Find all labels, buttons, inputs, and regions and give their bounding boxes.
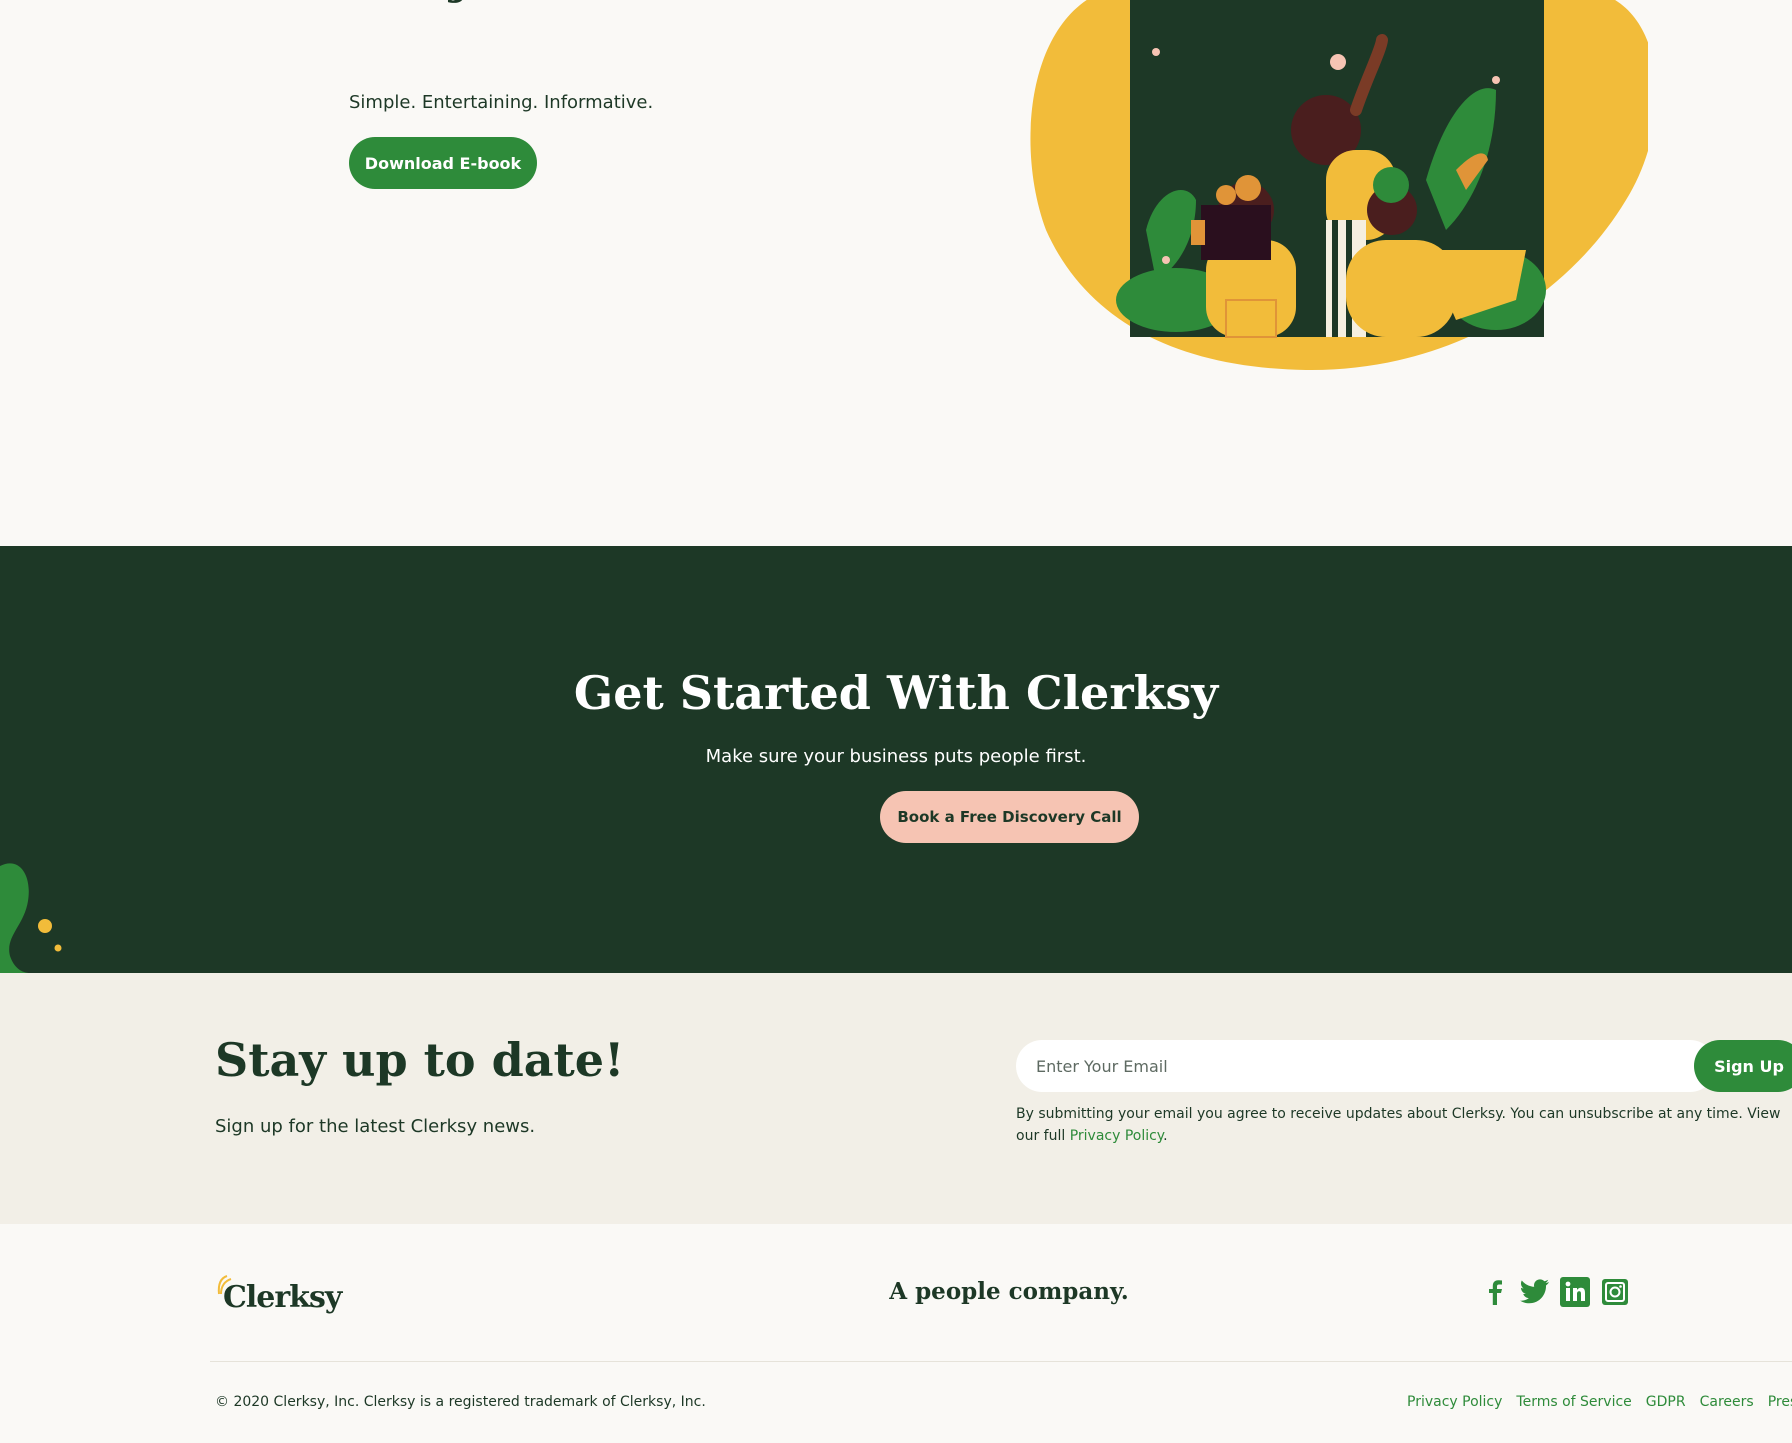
newsletter-title: Stay up to date!: [215, 1033, 625, 1087]
book-discovery-call-button[interactable]: Book a Free Discovery Call: [880, 791, 1139, 843]
decorative-blob: [0, 863, 62, 973]
facebook-icon[interactable]: [1480, 1277, 1510, 1307]
hero-subtitle: Simple. Entertaining. Informative.: [349, 92, 654, 113]
hero-title: Not just another HR resource.: [348, 0, 1080, 10]
site-footer: Clerksy A people company. © 2020 Clerksy…: [0, 1224, 1792, 1443]
footer-link-press-kit[interactable]: Press Kit: [1768, 1394, 1792, 1410]
newsletter-section: Stay up to date! Sign up for the latest …: [0, 973, 1792, 1224]
footer-links: Privacy Policy Terms of Service GDPR Car…: [1407, 1394, 1792, 1410]
sign-up-button[interactable]: Sign Up: [1694, 1040, 1792, 1092]
hero-illustration: [1030, 0, 1648, 371]
hero-section: Not just another HR resource. Simple. En…: [0, 0, 1792, 546]
email-signup-form: Sign Up: [1016, 1040, 1792, 1092]
copyright-text: © 2020 Clerksy, Inc. Clerksy is a regist…: [215, 1394, 706, 1410]
newsletter-disclaimer: By submitting your email you agree to re…: [1016, 1103, 1786, 1147]
cta-title: Get Started With Clerksy: [573, 666, 1219, 720]
footer-divider: [210, 1361, 1792, 1362]
footer-link-careers[interactable]: Careers: [1700, 1394, 1754, 1410]
footer-link-gdpr[interactable]: GDPR: [1646, 1394, 1686, 1410]
email-input[interactable]: [1016, 1040, 1716, 1092]
get-started-section: Get Started With Clerksy Make sure your …: [0, 546, 1792, 973]
download-ebook-button[interactable]: Download E-book: [349, 137, 537, 189]
instagram-icon[interactable]: [1600, 1277, 1630, 1307]
newsletter-subtitle: Sign up for the latest Clerksy news.: [215, 1116, 536, 1137]
disclaimer-period: .: [1163, 1128, 1168, 1144]
cta-subtitle: Make sure your business puts people firs…: [705, 746, 1087, 767]
privacy-policy-link[interactable]: Privacy Policy: [1070, 1128, 1163, 1144]
footer-link-privacy-policy[interactable]: Privacy Policy: [1407, 1394, 1502, 1410]
twitter-icon[interactable]: [1520, 1277, 1550, 1307]
linkedin-icon[interactable]: [1560, 1277, 1590, 1307]
social-links: [1480, 1277, 1630, 1307]
footer-link-terms-of-service[interactable]: Terms of Service: [1516, 1394, 1631, 1410]
